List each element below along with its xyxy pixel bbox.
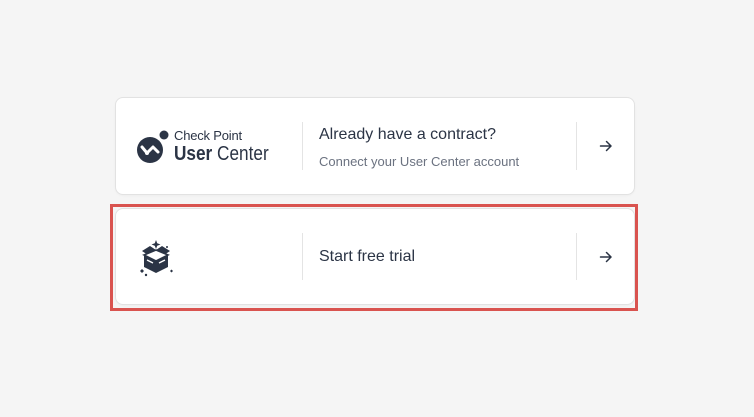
check-point-user-center-logo: Check Point User Center: [136, 128, 276, 168]
brand-name-check-point: Check Point: [174, 128, 242, 143]
brand-user-word: User: [174, 143, 213, 165]
gift-box-icon: [140, 240, 173, 277]
trial-card-title: Start free trial: [319, 248, 416, 265]
contract-arrow-button[interactable]: [577, 98, 635, 194]
trial-text-area: Start free trial: [319, 209, 569, 304]
arrow-right-icon: [599, 251, 612, 262]
trial-arrow-button[interactable]: [577, 209, 635, 304]
page: { "colors": { "background": "#f5f5f5", "…: [0, 0, 754, 417]
user-center-contract-card[interactable]: Check Point User Center Already have a c…: [115, 97, 635, 195]
contract-card-title: Already have a contract?: [319, 126, 496, 143]
contract-card-subtitle: Connect your User Center account: [319, 154, 520, 169]
card-divider: [302, 122, 303, 170]
check-point-logo-icon: [137, 130, 169, 163]
start-free-trial-card[interactable]: Start free trial: [115, 208, 635, 305]
user-center-logo-area: Check Point User Center: [116, 98, 302, 194]
trial-logo-area: [116, 209, 302, 304]
card-divider: [302, 233, 303, 280]
contract-text-area: Already have a contract? Connect your Us…: [319, 98, 569, 194]
arrow-right-icon: [599, 140, 612, 152]
brand-center-word: Center: [217, 143, 269, 165]
brand-name-user-center: User Center: [174, 143, 269, 166]
